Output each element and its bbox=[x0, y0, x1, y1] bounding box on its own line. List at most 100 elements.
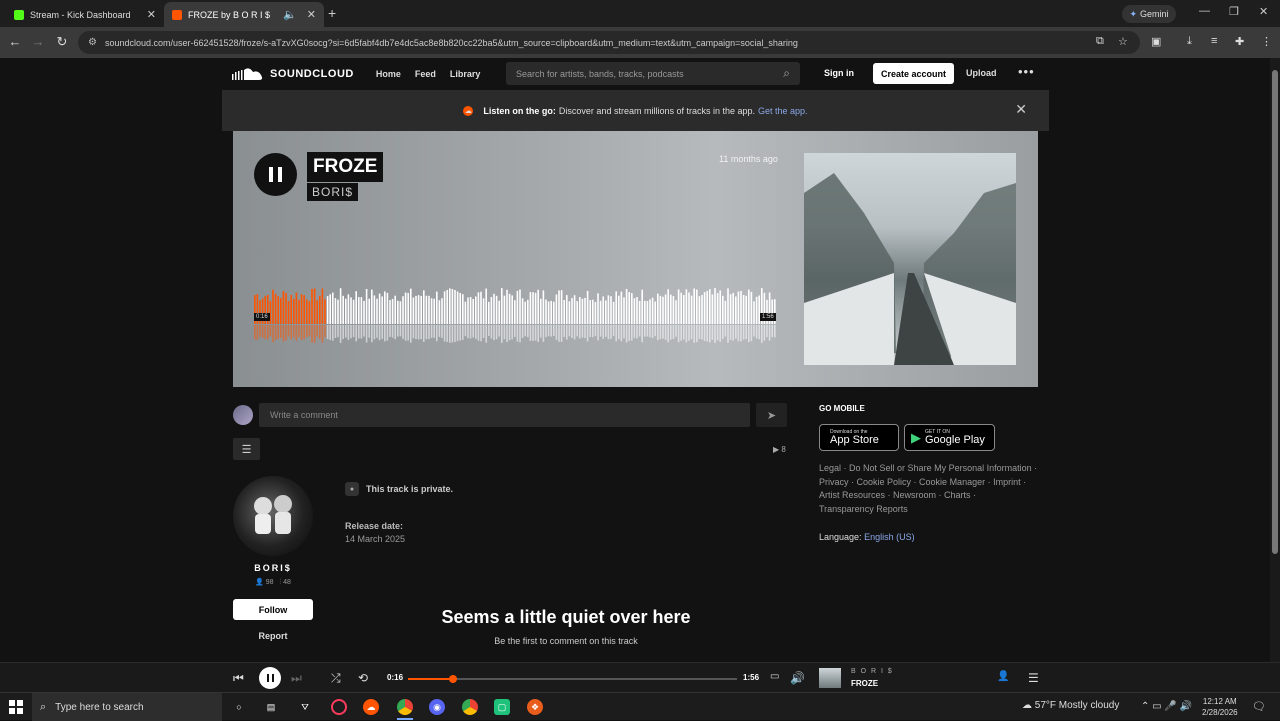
get-app-link[interactable]: Get the app. bbox=[758, 106, 808, 116]
address-bar[interactable]: ⚙ soundcloud.com/user-662451528/froze/s-… bbox=[78, 31, 1140, 54]
tab-search-icon[interactable]: ▣ bbox=[1151, 35, 1161, 48]
player-title[interactable]: FROZE bbox=[851, 679, 878, 688]
banner-text: Discover and stream millions of tracks i… bbox=[558, 105, 756, 116]
windows-start-icon[interactable] bbox=[9, 700, 23, 714]
footer-link[interactable]: Charts bbox=[944, 490, 971, 500]
search-input[interactable]: Search for artists, bands, tracks, podca… bbox=[506, 62, 800, 85]
waveform[interactable] bbox=[254, 286, 777, 344]
fl-studio-icon[interactable]: ❖ bbox=[527, 699, 543, 715]
minimize-icon[interactable]: — bbox=[1199, 5, 1210, 17]
footer-link[interactable]: Artist Resources bbox=[819, 490, 885, 500]
green-app-icon[interactable]: ▢ bbox=[494, 699, 510, 715]
task-view-icon[interactable]: ○ bbox=[231, 699, 247, 715]
artist-avatar[interactable] bbox=[233, 476, 313, 556]
player-pause-button[interactable] bbox=[259, 667, 281, 689]
waveform-bar bbox=[581, 298, 584, 324]
close-window-icon[interactable]: ✕ bbox=[1259, 5, 1268, 18]
gemini-label: Gemini bbox=[1140, 9, 1169, 19]
speaker-icon[interactable]: 🔈 bbox=[283, 8, 297, 21]
search-icon[interactable]: ⌕ bbox=[783, 66, 790, 81]
player-artwork[interactable] bbox=[819, 668, 841, 688]
tab-kick-dashboard[interactable]: Stream - Kick Dashboard ✕ bbox=[6, 2, 164, 27]
artist-name[interactable]: BORI$ bbox=[233, 563, 313, 573]
notifications-icon[interactable]: 🗨 bbox=[1252, 700, 1266, 713]
taskbar-clock[interactable]: 12:12 AM 2/28/2026 bbox=[1202, 696, 1238, 718]
lock-icon: ● bbox=[345, 482, 359, 496]
cast-icon[interactable]: ▭ bbox=[770, 671, 779, 682]
send-comment-button[interactable]: ➤ bbox=[756, 403, 787, 427]
player-progress-bar[interactable] bbox=[408, 675, 737, 683]
track-artist[interactable]: BORI$ bbox=[307, 183, 359, 201]
extensions-icon[interactable]: ✚ bbox=[1235, 35, 1244, 48]
close-tab-icon[interactable]: ✕ bbox=[307, 8, 316, 21]
chrome-icon[interactable] bbox=[397, 699, 413, 715]
soundcloud-logo[interactable]: SOUNDCLOUD bbox=[232, 67, 354, 81]
nav-feed[interactable]: Feed bbox=[415, 69, 436, 79]
waveform-bar bbox=[550, 300, 552, 324]
nav-home[interactable]: Home bbox=[376, 69, 401, 79]
tab-soundcloud-froze[interactable]: FROZE by B O R I $ 🔈 ✕ bbox=[164, 2, 324, 27]
waveform-reflection bbox=[259, 325, 261, 337]
page-scrollbar[interactable] bbox=[1270, 58, 1280, 662]
next-icon[interactable]: ⏭ bbox=[291, 671, 302, 686]
queue-icon[interactable]: ☰ bbox=[1028, 671, 1039, 685]
more-options-icon[interactable]: ••• bbox=[1018, 64, 1035, 79]
opera-icon[interactable] bbox=[331, 699, 347, 715]
pause-button[interactable] bbox=[254, 153, 297, 196]
footer-link[interactable]: Cookie Policy bbox=[857, 477, 912, 487]
app-store-badge[interactable]: Download on the App Store bbox=[819, 424, 899, 451]
repeat-icon[interactable]: ⟲ bbox=[358, 671, 368, 685]
footer-link[interactable]: Privacy bbox=[819, 477, 849, 487]
menu-dots-icon[interactable]: ⋮ bbox=[1261, 35, 1272, 48]
google-play-badge[interactable]: ▶ GET IT ON Google Play bbox=[904, 424, 995, 451]
back-icon[interactable]: ← bbox=[7, 34, 23, 49]
shuffle-icon[interactable]: ⤮ bbox=[331, 671, 341, 686]
clock-time: 12:12 AM bbox=[1202, 697, 1237, 706]
waveform-bar bbox=[755, 296, 758, 324]
scrollbar-thumb[interactable] bbox=[1272, 70, 1278, 554]
reload-icon[interactable]: ↻ bbox=[54, 34, 70, 50]
forward-icon[interactable]: → bbox=[30, 34, 46, 49]
soundcloud-app-icon[interactable]: ☁ bbox=[363, 699, 379, 715]
bookmark-star-icon[interactable]: ☆ bbox=[1118, 35, 1128, 48]
close-icon[interactable]: ✕ bbox=[1015, 101, 1027, 118]
footer-link[interactable]: Imprint bbox=[993, 477, 1021, 487]
footer-link[interactable]: Transparency Reports bbox=[819, 504, 908, 514]
site-info-icon[interactable]: ⚙ bbox=[88, 37, 97, 48]
follow-button[interactable]: Follow bbox=[233, 599, 313, 620]
gemini-button[interactable]: ✦ Gemini bbox=[1122, 5, 1176, 23]
weather-widget[interactable]: ☁ 57°F Mostly cloudy bbox=[1022, 700, 1119, 711]
multitask-icon[interactable]: ▤ bbox=[263, 699, 279, 715]
waveform-reflection bbox=[280, 325, 282, 338]
maximize-icon[interactable]: ❐ bbox=[1229, 5, 1239, 18]
report-link[interactable]: Report bbox=[233, 631, 313, 641]
nav-library[interactable]: Library bbox=[450, 69, 481, 79]
progress-knob[interactable] bbox=[449, 675, 458, 683]
sign-in-link[interactable]: Sign in bbox=[824, 68, 854, 78]
language-value[interactable]: English (US) bbox=[864, 532, 915, 542]
waveform-bar bbox=[402, 296, 404, 324]
taskbar-search[interactable]: ⌕ Type here to search bbox=[32, 693, 222, 721]
create-account-button[interactable]: Create account bbox=[873, 63, 954, 84]
download-icon[interactable]: ⤓ bbox=[1187, 35, 1192, 48]
follow-artist-icon[interactable]: 👤 bbox=[997, 671, 1009, 682]
new-tab-icon[interactable]: + bbox=[328, 5, 336, 21]
waveform-reflection bbox=[537, 325, 539, 343]
comment-input[interactable]: Write a comment bbox=[259, 403, 750, 427]
reading-list-icon[interactable]: ≡ bbox=[1211, 35, 1217, 47]
footer-link[interactable]: Cookie Manager bbox=[919, 477, 985, 487]
close-tab-icon[interactable]: ✕ bbox=[147, 8, 156, 21]
track-stats-button[interactable]: ☰ bbox=[233, 438, 260, 460]
app-icon[interactable]: ⛛ bbox=[297, 699, 313, 715]
footer-link[interactable]: Newsroom bbox=[893, 490, 936, 500]
volume-icon[interactable]: 🔊 bbox=[790, 671, 805, 685]
footer-link[interactable]: Legal bbox=[819, 463, 841, 473]
previous-icon[interactable]: ⏮ bbox=[233, 671, 244, 686]
player-artist[interactable]: B O R I $ bbox=[851, 668, 893, 675]
upload-link[interactable]: Upload bbox=[966, 68, 997, 78]
discord-icon[interactable]: ◉ bbox=[429, 699, 445, 715]
chrome-icon-2[interactable] bbox=[462, 699, 478, 715]
footer-link[interactable]: Do Not Sell or Share My Personal Informa… bbox=[849, 463, 1032, 473]
install-app-icon[interactable]: ⧉ bbox=[1096, 35, 1104, 48]
system-tray[interactable]: ⌃ ▭ 🎤 🔊 bbox=[1141, 701, 1192, 712]
